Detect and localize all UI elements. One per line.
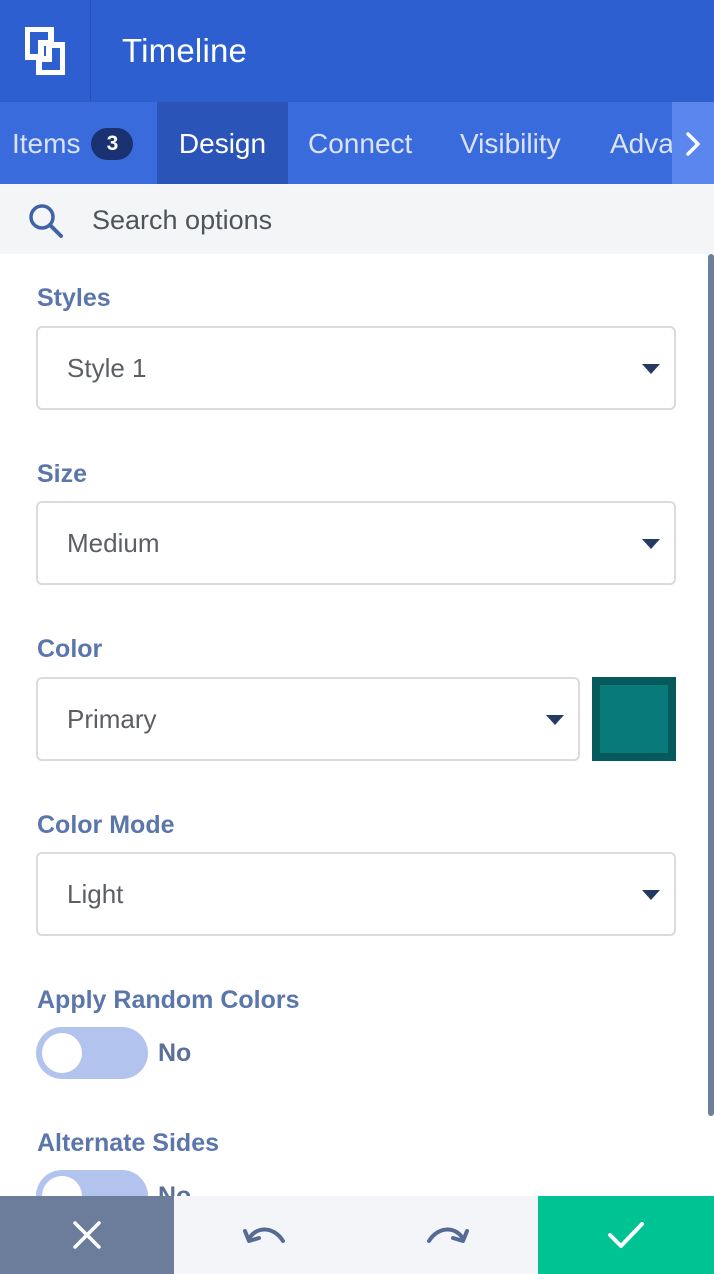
page-title: Timeline: [122, 31, 248, 69]
color-swatch-fill: [600, 685, 668, 753]
search-icon: [29, 204, 63, 238]
search-input[interactable]: [92, 200, 672, 240]
tab-advanced-label: Adva: [610, 127, 674, 159]
alternate-sides-label: Alternate Sides: [37, 1129, 220, 1157]
undo-icon: [243, 1227, 285, 1243]
tab-items[interactable]: Items 3: [0, 102, 157, 184]
close-icon: [73, 1221, 101, 1249]
tab-design[interactable]: Design: [157, 102, 288, 184]
caret-down-icon: [642, 539, 660, 549]
cancel-button[interactable]: [0, 1196, 174, 1274]
size-select[interactable]: Medium: [36, 501, 676, 585]
caret-down-icon: [546, 715, 564, 725]
tab-advanced[interactable]: Adva: [610, 102, 674, 184]
color-mode-label: Color Mode: [37, 811, 175, 839]
scrollbar[interactable]: [708, 254, 714, 1116]
styles-select-value: Style 1: [67, 352, 147, 383]
caret-down-icon: [642, 364, 660, 374]
color-mode-select[interactable]: Light: [36, 852, 676, 936]
styles-label: Styles: [37, 284, 111, 312]
styles-select[interactable]: Style 1: [36, 326, 676, 410]
tab-design-label: Design: [178, 127, 267, 159]
apply-random-colors-state: No: [158, 1039, 192, 1067]
toggle-knob: [42, 1033, 82, 1073]
items-count-badge: 3: [91, 127, 134, 160]
color-select-value: Primary: [67, 703, 157, 734]
tab-items-label: Items: [12, 127, 81, 159]
caret-down-icon: [642, 890, 660, 900]
tabs-scroll-right-button[interactable]: [672, 102, 714, 184]
tab-visibility-label: Visibility: [460, 127, 561, 159]
color-select[interactable]: Primary: [36, 677, 580, 761]
apply-random-colors-toggle[interactable]: [36, 1027, 148, 1079]
app-header: Timeline: [0, 0, 714, 101]
builder-logo-icon: [25, 26, 65, 75]
tab-bar: Items 3 Design Connect Visibility Adva: [0, 101, 714, 184]
tab-connect[interactable]: Connect: [308, 102, 412, 184]
color-swatch[interactable]: [592, 677, 676, 761]
tab-connect-label: Connect: [308, 127, 413, 159]
color-mode-select-value: Light: [67, 878, 124, 909]
footer-actions: [0, 1196, 714, 1274]
size-label: Size: [37, 460, 88, 488]
check-icon: [608, 1222, 644, 1248]
search-bar: [0, 184, 714, 254]
redo-button[interactable]: [356, 1196, 538, 1274]
apply-random-colors-label: Apply Random Colors: [37, 986, 300, 1014]
tab-visibility[interactable]: Visibility: [460, 102, 561, 184]
logo-button[interactable]: [0, 0, 91, 101]
chevron-right-icon: [686, 131, 700, 156]
color-label: Color: [37, 635, 103, 663]
save-button[interactable]: [538, 1196, 714, 1274]
size-select-value: Medium: [67, 527, 160, 558]
redo-icon: [427, 1227, 469, 1243]
undo-button[interactable]: [174, 1196, 356, 1274]
